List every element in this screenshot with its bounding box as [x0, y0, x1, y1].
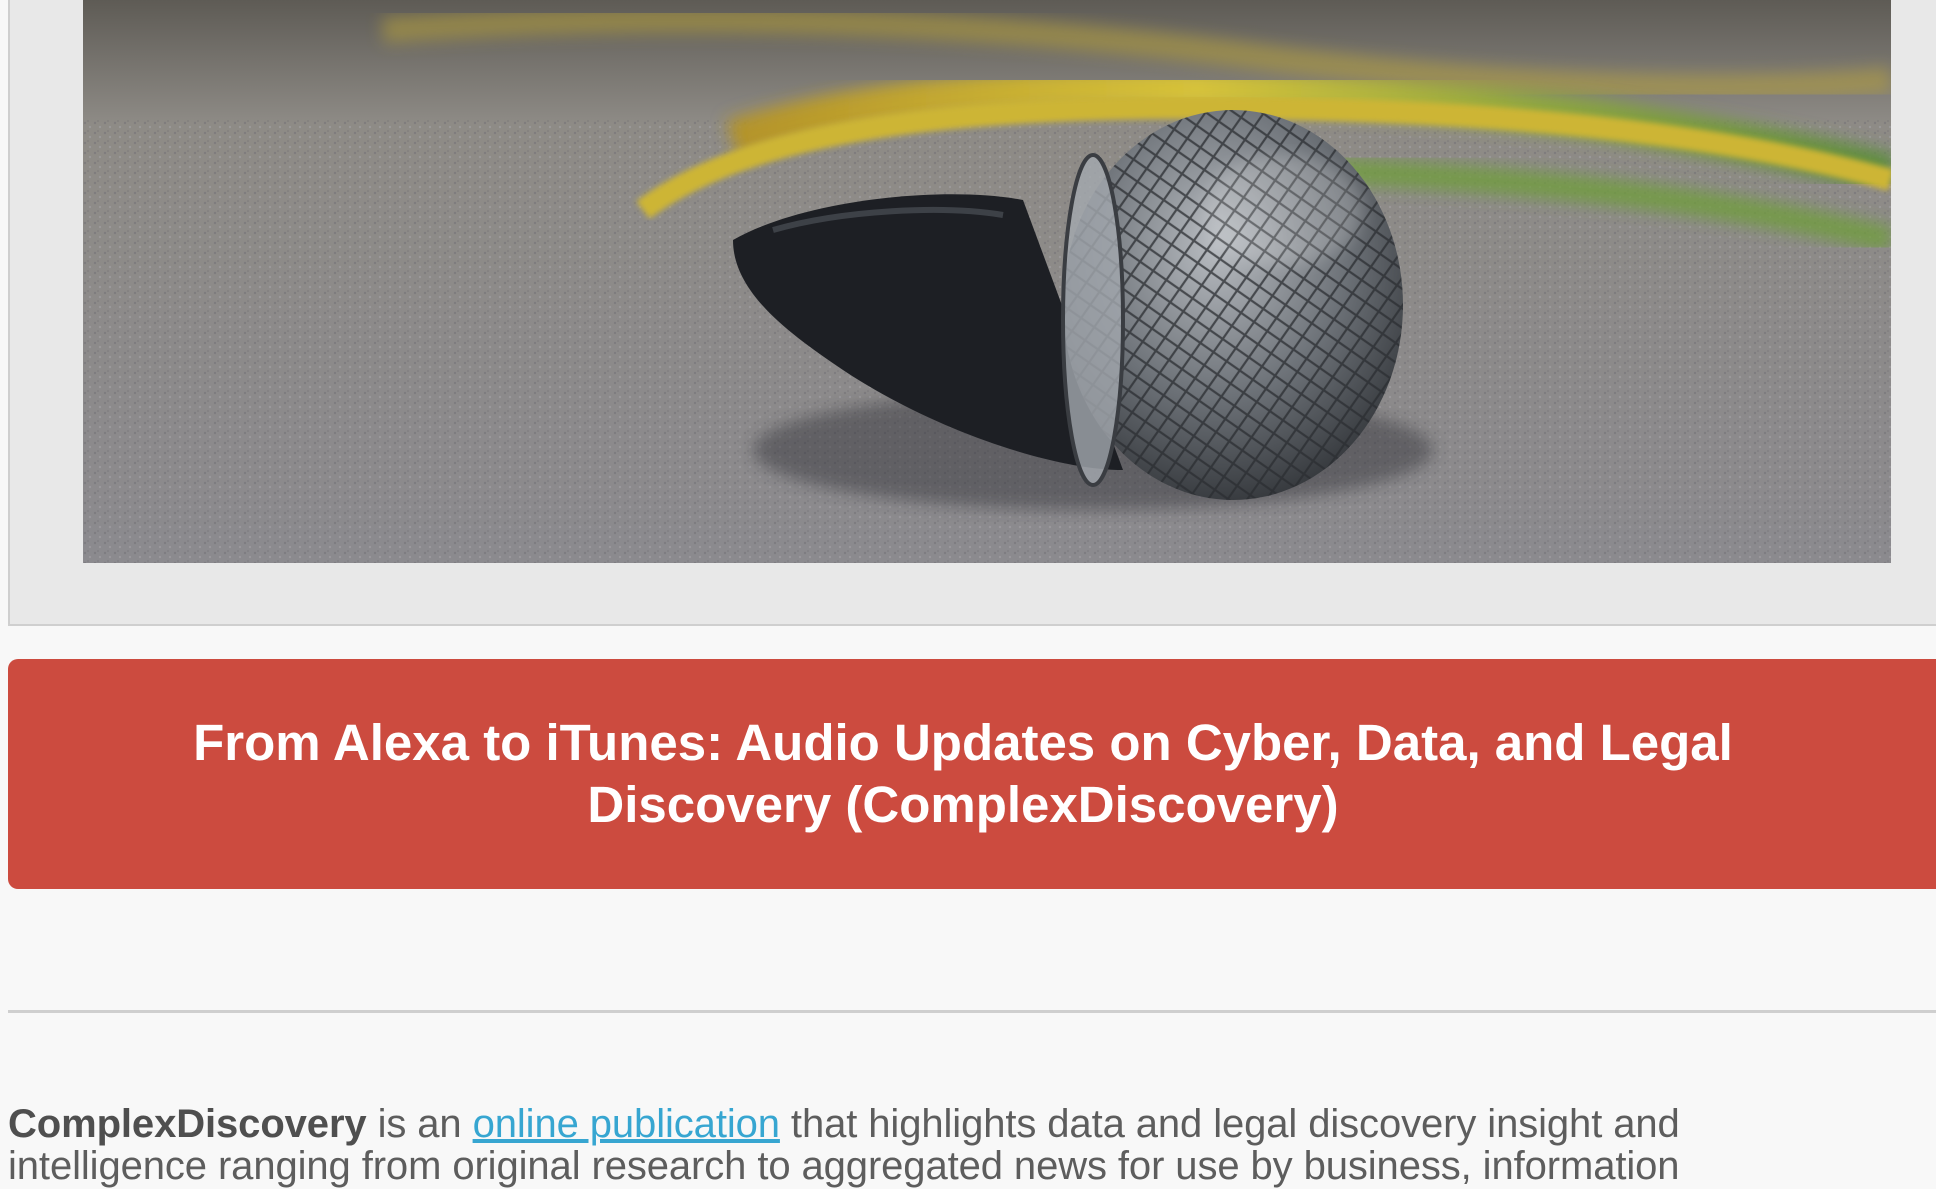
banner-title[interactable]: From Alexa to iTunes: Audio Updates on C…: [103, 712, 1823, 836]
microphone-photo: [83, 0, 1891, 563]
hero-image-frame: [8, 0, 1936, 626]
hero-image: [83, 0, 1891, 563]
about-paragraph: ComplexDiscovery is an online publicatio…: [8, 1103, 1768, 1187]
podcast-feature-banner[interactable]: From Alexa to iTunes: Audio Updates on C…: [8, 659, 1936, 889]
page: From Alexa to iTunes: Audio Updates on C…: [0, 0, 1936, 1189]
section-divider: [8, 1010, 1936, 1013]
online-publication-link[interactable]: online publication: [473, 1102, 780, 1146]
about-text-before-link: is an: [366, 1102, 473, 1146]
brand-name: ComplexDiscovery: [8, 1102, 367, 1146]
